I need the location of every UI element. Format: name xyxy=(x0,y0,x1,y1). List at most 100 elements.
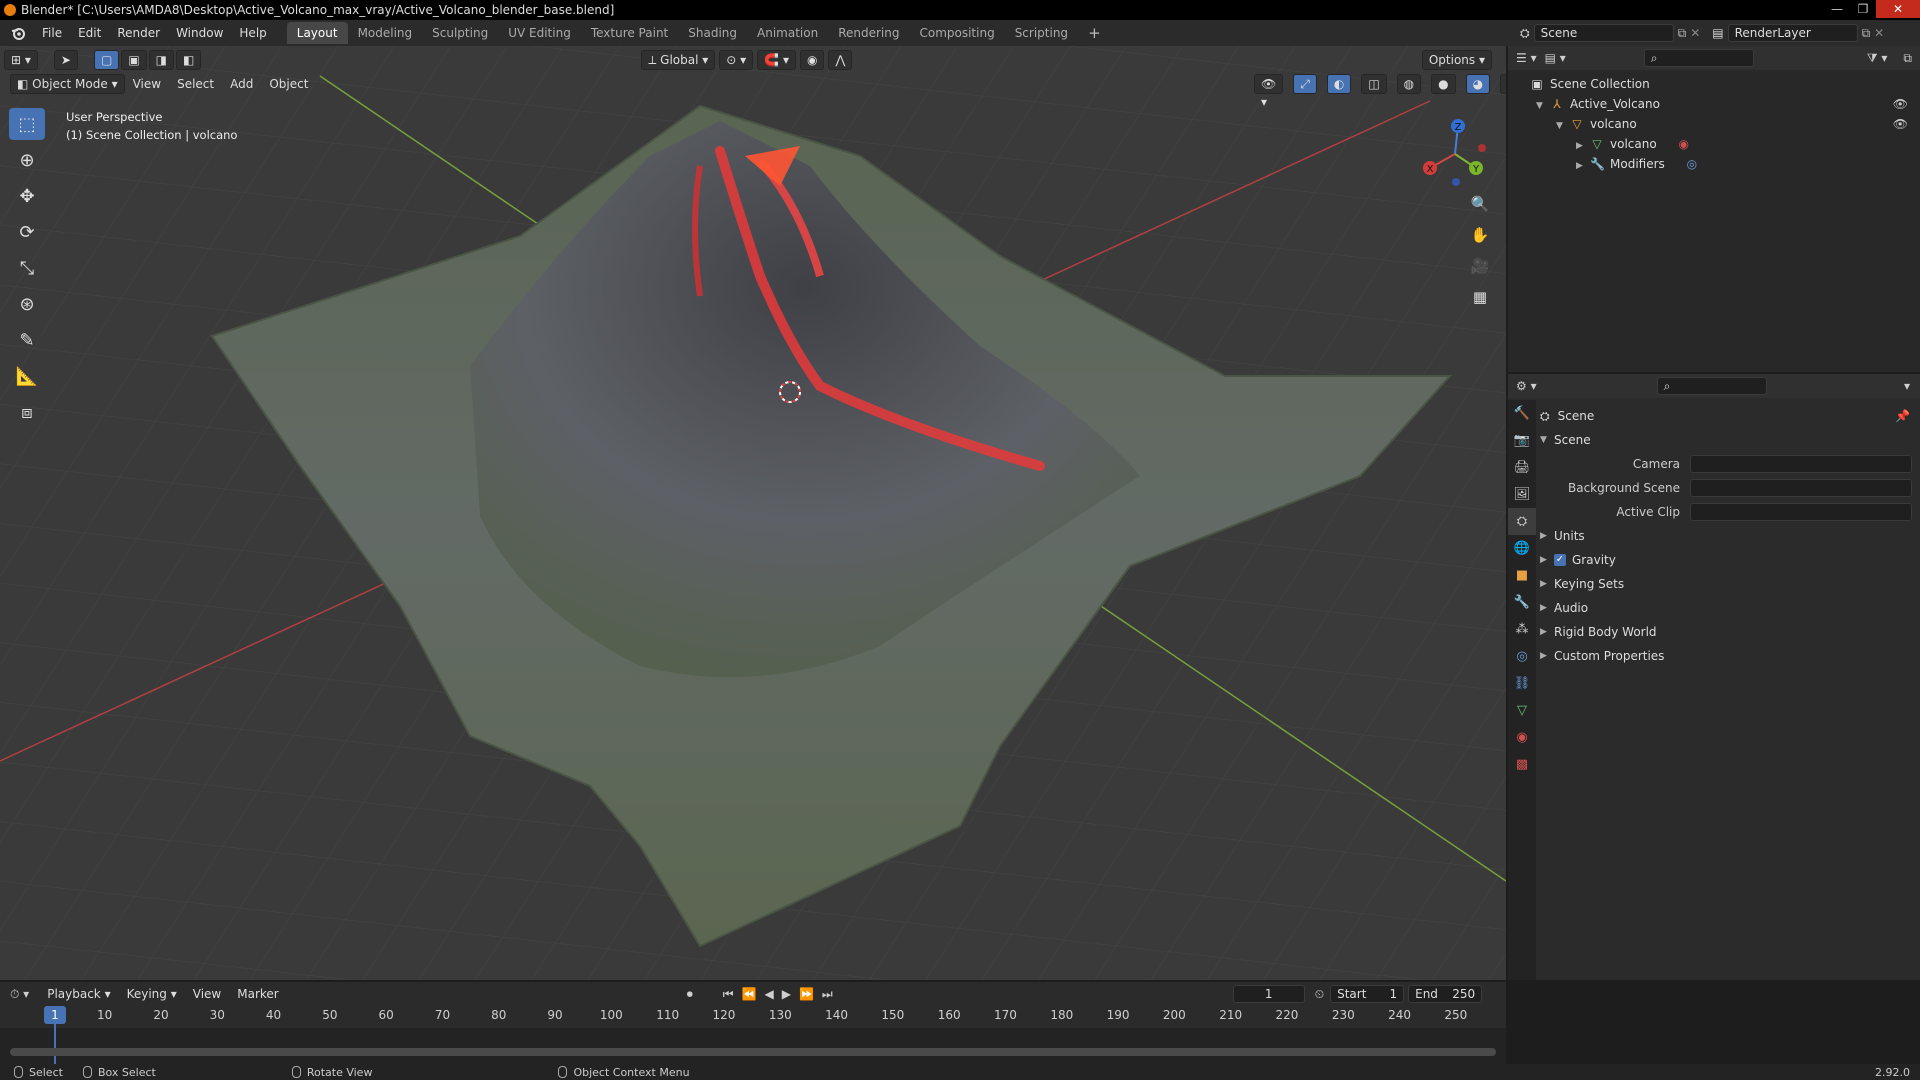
select-mode-new-icon[interactable]: ▢ xyxy=(93,50,120,70)
visibility-icon[interactable]: 👁 ▾ xyxy=(1254,74,1284,109)
panel-audio[interactable]: ▶ Audio xyxy=(1540,596,1920,620)
tab-layout[interactable]: Layout xyxy=(286,22,348,44)
annotate-tool-icon[interactable]: ✎ xyxy=(9,324,45,356)
timeline-menu-playback[interactable]: Playback ▾ xyxy=(39,987,118,1001)
viewport-menu-object[interactable]: Object xyxy=(261,77,316,91)
scale-tool-icon[interactable]: ⤡ xyxy=(9,252,45,284)
expand-arrow-icon[interactable]: ▶ xyxy=(1540,555,1554,565)
select-mode-subtract-icon[interactable]: ◨ xyxy=(148,50,174,70)
outliner-editor-icon[interactable]: ☰ ▾ xyxy=(1516,51,1537,65)
panel-custom-properties[interactable]: ▶ Custom Properties xyxy=(1540,644,1920,668)
visibility-eye-icon[interactable]: 👁 xyxy=(1893,114,1908,134)
navigation-gizmo[interactable]: Z X Y xyxy=(1410,112,1500,192)
new-scene-icon[interactable]: ⧉ xyxy=(1678,26,1687,41)
pan-hand-icon[interactable]: ✋ xyxy=(1466,221,1494,249)
expand-arrow-icon[interactable]: ▶ xyxy=(1540,603,1554,613)
timeline-menu-view[interactable]: View xyxy=(185,987,229,1001)
timeline-editor-icon[interactable]: ⏱ ▾ xyxy=(10,987,29,1002)
cursor-tool-icon[interactable]: ⊕ xyxy=(9,144,45,176)
camera-view-icon[interactable]: 🎥 xyxy=(1466,252,1494,280)
view-layer-field[interactable]: RenderLayer xyxy=(1727,24,1858,42)
particles-tab-icon[interactable]: ⁂ xyxy=(1508,616,1536,643)
menu-help[interactable]: Help xyxy=(231,26,274,40)
shading-solid-icon[interactable]: ● xyxy=(1431,74,1456,94)
start-frame-field[interactable]: Start 1 xyxy=(1330,985,1405,1003)
scene-tab-icon[interactable]: ⛭ xyxy=(1508,508,1536,535)
properties-editor-icon[interactable]: ⚙ ▾ xyxy=(1516,379,1537,393)
constraints-tab-icon[interactable]: ⛓ xyxy=(1508,670,1536,697)
menu-window[interactable]: Window xyxy=(168,26,231,40)
add-cube-tool-icon[interactable]: ⧈ xyxy=(9,396,45,428)
tab-compositing[interactable]: Compositing xyxy=(909,22,1004,44)
viewport-menu-view[interactable]: View xyxy=(125,77,169,91)
add-workspace-button[interactable]: + xyxy=(1078,22,1111,44)
material-tab-icon[interactable]: ◉ xyxy=(1508,724,1536,751)
minimize-button[interactable]: — xyxy=(1824,0,1850,18)
pin-icon[interactable]: 📌 xyxy=(1895,409,1910,423)
shading-rendered-icon[interactable]: ○ xyxy=(1500,74,1506,94)
maximize-button[interactable]: ❐ xyxy=(1850,0,1876,18)
select-box-tool-icon[interactable]: ⬚ xyxy=(9,108,45,140)
render-tab-icon[interactable]: 📷 xyxy=(1508,427,1536,454)
expand-arrow-icon[interactable]: ▶ xyxy=(1540,579,1554,589)
filter-icon[interactable]: ⧩ ▾ xyxy=(1867,51,1888,66)
visibility-eye-icon[interactable]: 👁 xyxy=(1893,94,1908,114)
object-tab-icon[interactable]: ■ xyxy=(1508,562,1536,589)
blender-menu-icon[interactable] xyxy=(10,25,26,41)
data-tab-icon[interactable]: ▽ xyxy=(1508,697,1536,724)
frame-ruler[interactable]: 10 20 30 40 50 60 70 80 90 100 110 120 130 140 150 160 1… xyxy=(0,1008,1506,1028)
expand-arrow-icon[interactable]: ▶ xyxy=(1576,136,1590,156)
new-view-layer-icon[interactable]: ⧉ xyxy=(1862,26,1871,41)
pivot-point-icon[interactable]: ⊙ ▾ xyxy=(719,50,754,70)
viewport-menu-select[interactable]: Select xyxy=(169,77,222,91)
prev-keyframe-icon[interactable]: ⏪ xyxy=(742,987,757,1001)
timeline-track[interactable] xyxy=(0,1028,1506,1064)
output-tab-icon[interactable]: 🖨 xyxy=(1508,454,1536,481)
active-clip-field[interactable] xyxy=(1690,503,1912,521)
tab-texture-paint[interactable]: Texture Paint xyxy=(581,22,678,44)
ortho-grid-icon[interactable]: ▦ xyxy=(1466,283,1494,311)
tab-shading[interactable]: Shading xyxy=(678,22,747,44)
record-icon[interactable]: ⏺ xyxy=(687,987,693,1002)
mode-dropdown[interactable]: ◧ Object Mode ▾ xyxy=(10,74,125,94)
tab-sculpting[interactable]: Sculpting xyxy=(422,22,498,44)
move-tool-icon[interactable]: ✥ xyxy=(9,180,45,212)
next-keyframe-icon[interactable]: ⏩ xyxy=(799,987,814,1001)
rotate-tool-icon[interactable]: ⟳ xyxy=(9,216,45,248)
modifier-tab-icon[interactable]: 🔧 xyxy=(1508,589,1536,616)
delete-scene-icon[interactable]: ✕ xyxy=(1690,26,1700,40)
jump-end-icon[interactable]: ⏭ xyxy=(822,987,833,1002)
play-icon[interactable]: ▶ xyxy=(782,987,791,1001)
tab-rendering[interactable]: Rendering xyxy=(828,22,909,44)
physics-tab-icon[interactable]: ◎ xyxy=(1508,643,1536,670)
transform-tool-icon[interactable]: ⊛ xyxy=(9,288,45,320)
outliner-row-modifiers[interactable]: ▶ 🔧 Modifiers ◎ xyxy=(1508,154,1920,174)
panel-scene[interactable]: ▼ Scene xyxy=(1540,428,1920,452)
outliner-row-scene-collection[interactable]: ▣ Scene Collection xyxy=(1508,74,1920,94)
tool-tab-icon[interactable]: 🔨 xyxy=(1508,400,1536,427)
properties-search-input[interactable]: ⌕ xyxy=(1656,377,1767,395)
outliner-search-input[interactable]: ⌕ xyxy=(1643,49,1754,67)
tab-animation[interactable]: Animation xyxy=(747,22,828,44)
menu-render[interactable]: Render xyxy=(109,26,168,40)
texture-tab-icon[interactable]: ▩ xyxy=(1508,751,1536,778)
editor-type-button[interactable]: ⊞ ▾ xyxy=(4,50,38,70)
expand-arrow-icon[interactable]: ▶ xyxy=(1540,627,1554,637)
gravity-checkbox[interactable]: ✓ xyxy=(1554,554,1566,566)
expand-arrow-icon[interactable]: ▶ xyxy=(1540,651,1554,661)
viewport-menu-add[interactable]: Add xyxy=(222,77,261,91)
properties-options-icon[interactable]: ▾ xyxy=(1904,379,1910,393)
outliner-row-active-volcano[interactable]: ▼ ⅄ Active_Volcano 👁 xyxy=(1508,94,1920,114)
display-mode-icon[interactable]: ▤ ▾ xyxy=(1545,51,1566,65)
outliner-row-volcano-object[interactable]: ▼ ▽ volcano 👁 xyxy=(1508,114,1920,134)
end-frame-field[interactable]: End 250 xyxy=(1408,985,1483,1003)
timeline-scrollbar[interactable] xyxy=(10,1048,1496,1056)
view-layer-tab-icon[interactable]: 🖼 xyxy=(1508,481,1536,508)
menu-file[interactable]: File xyxy=(34,26,70,40)
tab-modeling[interactable]: Modeling xyxy=(348,22,423,44)
proportional-edit-icon[interactable]: ◉ xyxy=(799,50,825,70)
measure-tool-icon[interactable]: 📐 xyxy=(9,360,45,392)
expand-arrow-icon[interactable]: ▶ xyxy=(1576,156,1590,176)
timeline-menu-marker[interactable]: Marker xyxy=(229,987,286,1001)
background-scene-field[interactable] xyxy=(1690,479,1912,497)
